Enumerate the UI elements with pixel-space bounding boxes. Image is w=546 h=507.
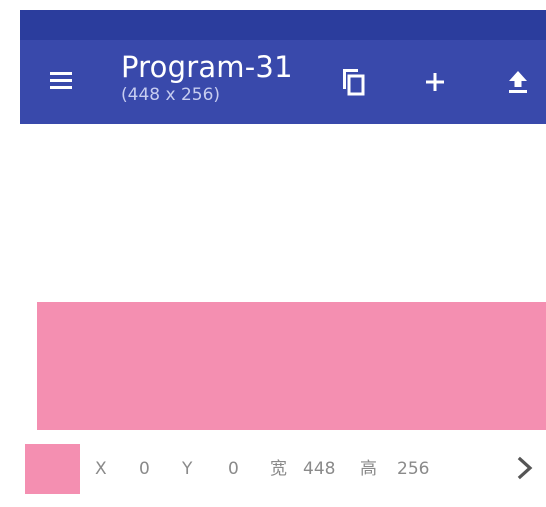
color-swatch[interactable]	[25, 444, 80, 494]
plus-icon	[426, 73, 444, 91]
properties-bar: X 0 Y 0 宽 448 高 256	[20, 440, 546, 496]
hamburger-menu-icon[interactable]	[50, 72, 72, 90]
copy-button[interactable]	[333, 62, 373, 102]
height-label: 高	[360, 459, 377, 479]
width-label: 宽	[270, 459, 287, 479]
title-block: Program-31 (448 x 256)	[121, 50, 293, 106]
page-title: Program-31	[121, 50, 293, 84]
upload-button[interactable]	[498, 62, 538, 102]
canvas-area[interactable]	[20, 124, 546, 440]
app-bar: Program-31 (448 x 256)	[20, 40, 546, 124]
upload-icon	[509, 71, 527, 93]
copy-icon	[343, 69, 365, 96]
add-button[interactable]	[415, 62, 455, 102]
x-value[interactable]: 0	[139, 459, 150, 479]
app-screen: Program-31 (448 x 256) X 0 Y 0 宽 448 高 2…	[0, 0, 546, 507]
height-value[interactable]: 256	[397, 459, 429, 479]
x-label: X	[95, 459, 107, 479]
page-subtitle: (448 x 256)	[121, 85, 221, 105]
width-value[interactable]: 448	[303, 459, 335, 479]
pink-rectangle[interactable]	[37, 302, 546, 430]
chevron-right-icon[interactable]	[513, 456, 537, 480]
status-strip	[20, 10, 546, 40]
y-label: Y	[182, 459, 193, 479]
y-value[interactable]: 0	[228, 459, 239, 479]
